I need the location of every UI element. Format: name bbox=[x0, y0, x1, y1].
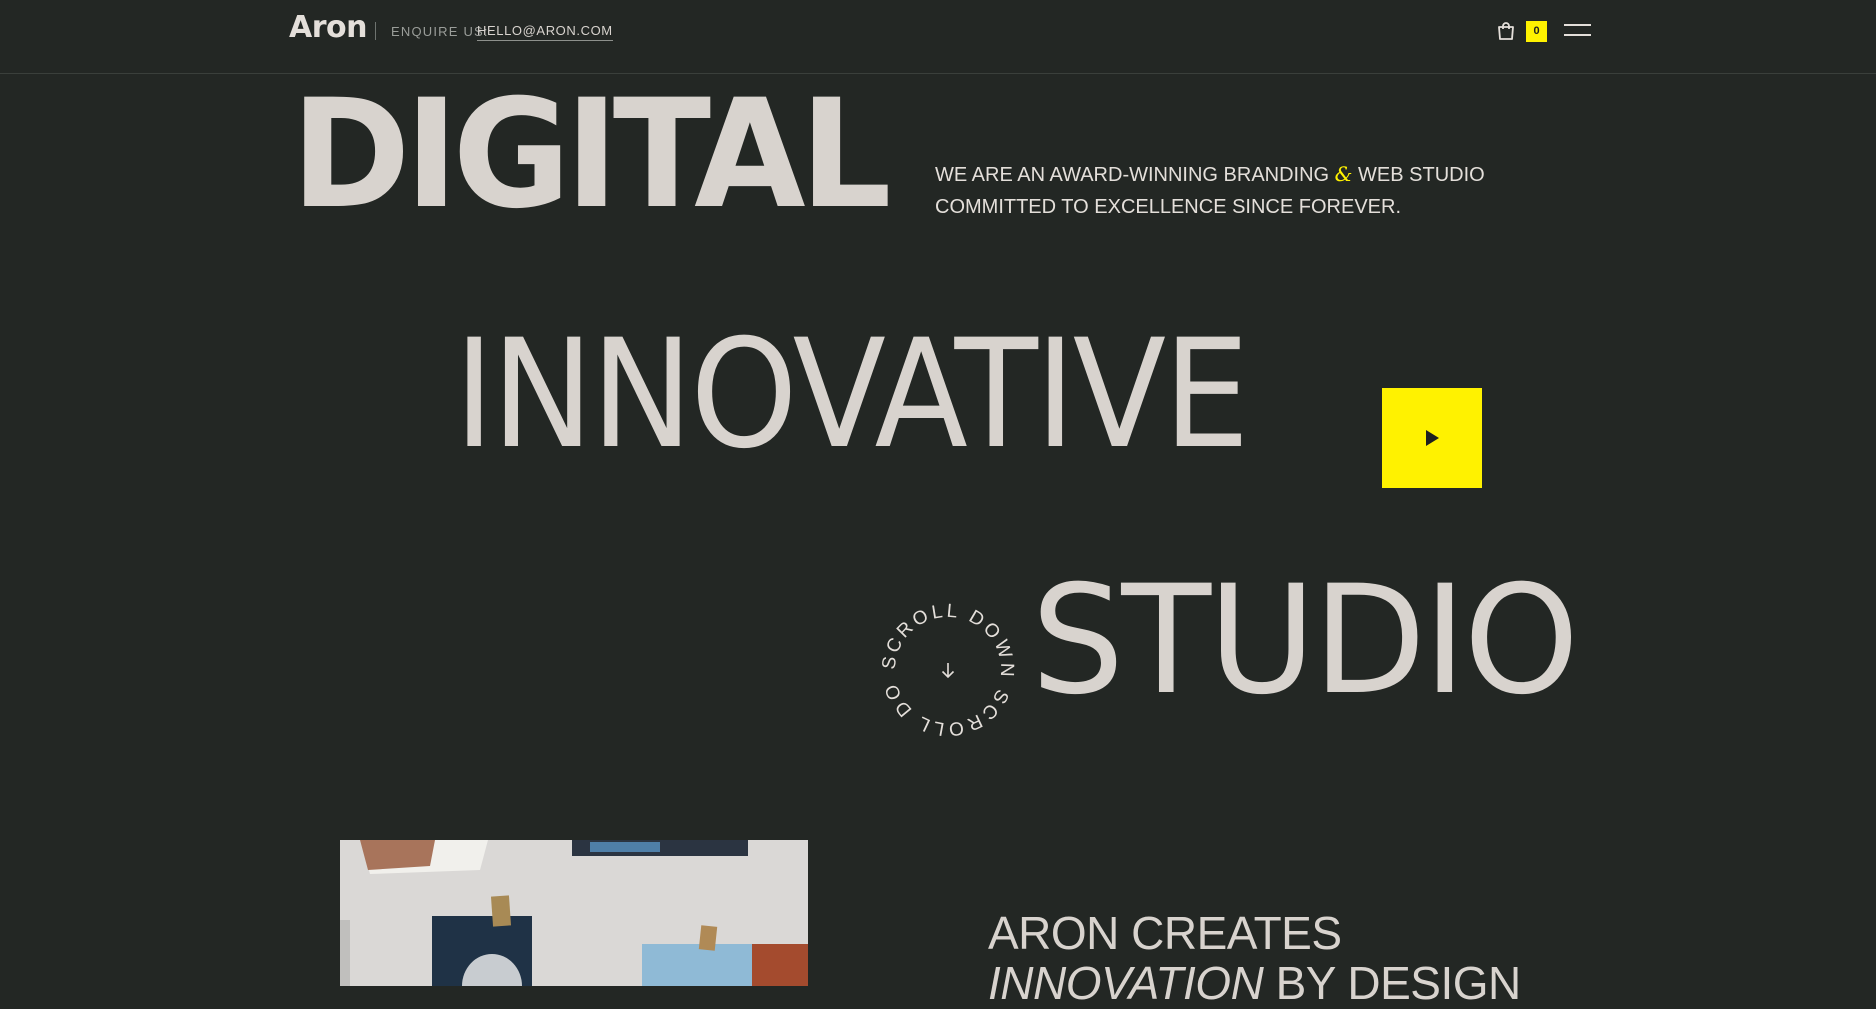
email-link[interactable]: HELLO@ARON.COM bbox=[477, 23, 613, 41]
top-bar: Aron ENQUIRE US: HELLO@ARON.COM 0 bbox=[0, 0, 1876, 74]
header-divider bbox=[375, 22, 376, 40]
arrow-down-icon bbox=[941, 663, 955, 679]
play-video-button[interactable] bbox=[1382, 388, 1482, 488]
about-heading-rest: BY DESIGN bbox=[1263, 957, 1522, 1009]
tagline-ampersand: & bbox=[1334, 162, 1353, 186]
about-heading-italic: INNOVATION bbox=[988, 957, 1264, 1009]
hero-tagline: WE ARE AN AWARD-WINNING BRANDING & WEB S… bbox=[935, 158, 1575, 223]
tagline-text-1: WE ARE AN AWARD-WINNING BRANDING bbox=[935, 164, 1335, 186]
hero-word-studio: STUDIO bbox=[1031, 554, 1579, 728]
hero-word-digital: DIGITAL bbox=[291, 68, 892, 242]
hero-word-innovative: INNOVATIVE bbox=[454, 308, 1250, 482]
scroll-down-badge[interactable]: SCROLL DOWN SCROLL DOWN bbox=[867, 584, 1018, 740]
about-heading-line-1: ARON CREATES bbox=[988, 907, 1342, 959]
enquire-label: ENQUIRE US: bbox=[391, 24, 489, 39]
about-heading: ARON CREATES INNOVATION BY DESIGN bbox=[988, 908, 1521, 1008]
moodboard-image bbox=[340, 840, 808, 986]
logo[interactable]: Aron bbox=[289, 10, 367, 45]
hamburger-menu-icon[interactable] bbox=[1564, 23, 1591, 38]
cart-count-badge[interactable]: 0 bbox=[1526, 21, 1547, 42]
shopping-bag-icon[interactable] bbox=[1496, 21, 1516, 41]
